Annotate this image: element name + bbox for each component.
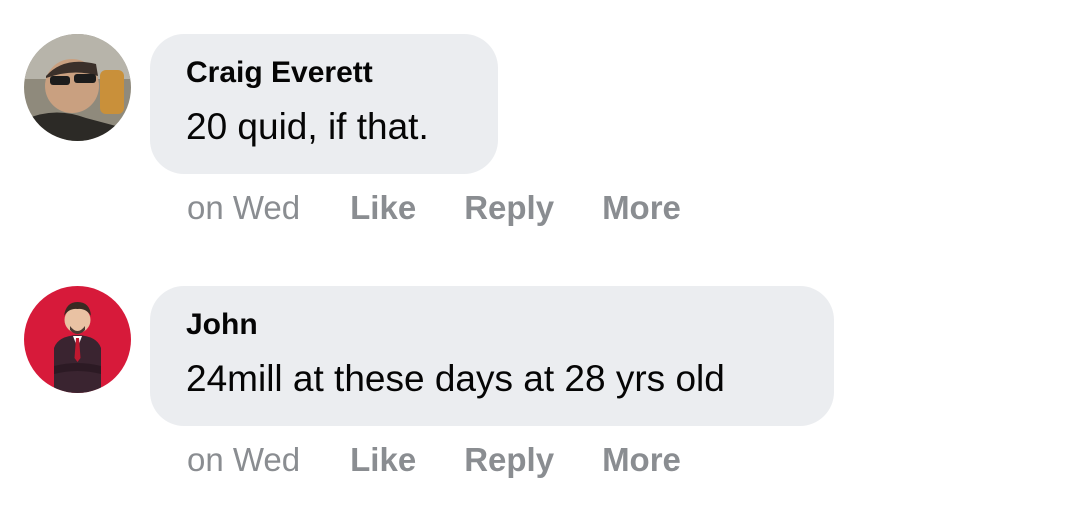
like-button[interactable]: Like <box>350 441 416 479</box>
comment-author[interactable]: Craig Everett <box>186 55 462 91</box>
comment-actions: on Wed Like Reply More <box>187 188 729 228</box>
comment-author[interactable]: John <box>186 307 798 343</box>
reply-button[interactable]: Reply <box>464 189 554 227</box>
avatar[interactable] <box>24 286 131 393</box>
comment-bubble: Craig Everett 20 quid, if that. <box>150 34 498 174</box>
comment-actions: on Wed Like Reply More <box>187 440 729 480</box>
like-button[interactable]: Like <box>350 189 416 227</box>
comment-text: 24mill at these days at 28 yrs old <box>186 358 725 399</box>
more-button[interactable]: More <box>602 441 681 479</box>
comment-timestamp[interactable]: on Wed <box>187 189 300 227</box>
profile-photo-icon <box>24 286 131 393</box>
comment-bubble: John 24mill at these days at 28 yrs old <box>150 286 834 426</box>
profile-photo-icon <box>24 34 131 141</box>
comment-text: 20 quid, if that. <box>186 106 429 147</box>
comment-timestamp[interactable]: on Wed <box>187 441 300 479</box>
reply-button[interactable]: Reply <box>464 441 554 479</box>
more-button[interactable]: More <box>602 189 681 227</box>
avatar[interactable] <box>24 34 131 141</box>
